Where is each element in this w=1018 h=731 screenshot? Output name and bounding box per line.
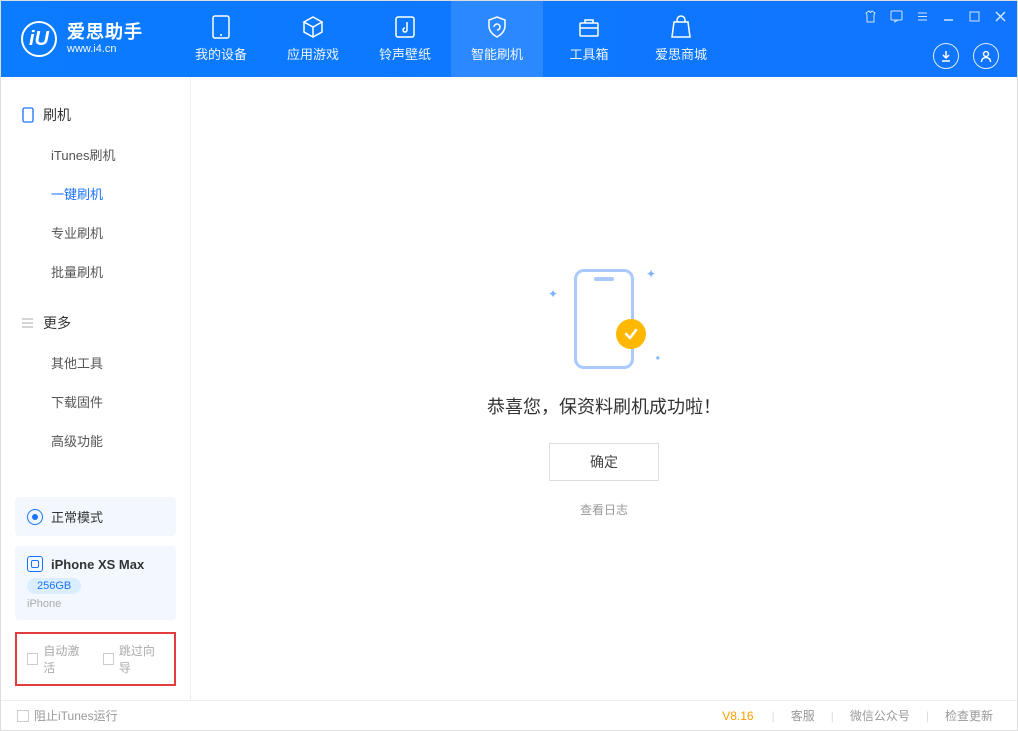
success-message: 恭喜您，保资料刷机成功啦！ (487, 393, 721, 419)
sidebar-item-itunes-flash[interactable]: iTunes刷机 (1, 135, 190, 174)
sidebar: 刷机 iTunes刷机 一键刷机 专业刷机 批量刷机 更多 其他工具 下载固件 … (1, 77, 191, 700)
tab-label: 我的设备 (195, 44, 247, 63)
app-logo-icon: iU (21, 21, 57, 57)
checkbox-icon (27, 653, 38, 665)
skin-icon[interactable] (863, 9, 877, 23)
cube-icon (301, 15, 325, 39)
checkbox-auto-activate[interactable]: 自动激活 (27, 642, 89, 676)
tab-label: 智能刷机 (471, 44, 523, 63)
checkbox-icon (17, 710, 29, 722)
view-log-link[interactable]: 查看日志 (580, 501, 628, 518)
tab-smart-flash[interactable]: 智能刷机 (451, 1, 543, 77)
sparkle-icon: ✦ (646, 267, 656, 281)
app-subtitle: www.i4.cn (67, 43, 143, 55)
close-icon[interactable] (993, 9, 1007, 23)
download-icon[interactable] (933, 43, 959, 69)
tab-toolbox[interactable]: 工具箱 (543, 1, 635, 77)
confirm-button[interactable]: 确定 (549, 443, 659, 481)
feedback-icon[interactable] (889, 9, 903, 23)
mode-dot-icon (27, 509, 43, 525)
highlighted-options: 自动激活 跳过向导 (15, 632, 176, 686)
device-capacity: 256GB (27, 578, 81, 594)
app-title: 爱思助手 (67, 23, 143, 43)
sidebar-item-batch-flash[interactable]: 批量刷机 (1, 252, 190, 291)
checkbox-block-itunes[interactable]: 阻止iTunes运行 (17, 707, 118, 724)
version-label: V8.16 (722, 709, 753, 723)
sidebar-section-more: 更多 (1, 303, 190, 343)
checkbox-icon (103, 653, 114, 665)
user-icon[interactable] (973, 43, 999, 69)
checkmark-badge-icon (616, 319, 646, 349)
tab-store[interactable]: 爱思商城 (635, 1, 727, 77)
checkbox-skip-guide[interactable]: 跳过向导 (103, 642, 165, 676)
sparkle-icon: ✦ (548, 287, 558, 301)
tab-ringtone-wallpaper[interactable]: 铃声壁纸 (359, 1, 451, 77)
maximize-icon[interactable] (967, 9, 981, 23)
footer-link-update[interactable]: 检查更新 (937, 707, 1001, 724)
main-content: ✦ ✦ • 恭喜您，保资料刷机成功啦！ 确定 查看日志 (191, 77, 1017, 700)
tab-label: 爱思商城 (655, 44, 707, 63)
bag-icon (669, 15, 693, 39)
header-right-actions (933, 43, 999, 69)
sidebar-item-oneclick-flash[interactable]: 一键刷机 (1, 174, 190, 213)
mode-card[interactable]: 正常模式 (15, 497, 176, 536)
sidebar-section-flash: 刷机 (1, 95, 190, 135)
phone-icon (21, 108, 35, 122)
tab-label: 工具箱 (569, 44, 608, 63)
minimize-icon[interactable] (941, 9, 955, 23)
footer-link-wechat[interactable]: 微信公众号 (842, 707, 918, 724)
success-illustration: ✦ ✦ • (544, 259, 664, 379)
app-header: iU 爱思助手 www.i4.cn 我的设备 应用游戏 铃声壁纸 智能刷机 工具… (1, 1, 1017, 77)
device-card[interactable]: iPhone XS Max 256GB iPhone (15, 546, 176, 620)
logo-area: iU 爱思助手 www.i4.cn (1, 21, 163, 57)
nav-tabs: 我的设备 应用游戏 铃声壁纸 智能刷机 工具箱 爱思商城 (175, 1, 727, 77)
list-icon (21, 316, 35, 330)
music-note-icon (393, 15, 417, 39)
sidebar-item-pro-flash[interactable]: 专业刷机 (1, 213, 190, 252)
menu-icon[interactable] (915, 9, 929, 23)
checkbox-label: 跳过向导 (119, 642, 164, 676)
footer-link-service[interactable]: 客服 (783, 707, 823, 724)
section-title: 刷机 (43, 105, 71, 125)
sidebar-item-other-tools[interactable]: 其他工具 (1, 343, 190, 382)
tab-apps-games[interactable]: 应用游戏 (267, 1, 359, 77)
sidebar-item-download-firmware[interactable]: 下载固件 (1, 382, 190, 421)
device-icon (209, 15, 233, 39)
sparkle-icon: • (656, 351, 660, 365)
device-name: iPhone XS Max (51, 557, 144, 572)
titlebar-controls (863, 9, 1007, 23)
toolbox-icon (577, 15, 601, 39)
tab-label: 铃声壁纸 (379, 44, 431, 63)
section-title: 更多 (43, 313, 71, 333)
device-small-icon (27, 556, 43, 572)
status-bar: 阻止iTunes运行 V8.16 | 客服 | 微信公众号 | 检查更新 (1, 700, 1017, 730)
checkbox-label: 阻止iTunes运行 (34, 707, 118, 724)
shield-refresh-icon (485, 15, 509, 39)
mode-label: 正常模式 (51, 507, 103, 526)
sidebar-item-advanced[interactable]: 高级功能 (1, 421, 190, 460)
tab-my-device[interactable]: 我的设备 (175, 1, 267, 77)
tab-label: 应用游戏 (287, 44, 339, 63)
checkbox-label: 自动激活 (43, 642, 88, 676)
device-type: iPhone (27, 598, 164, 610)
